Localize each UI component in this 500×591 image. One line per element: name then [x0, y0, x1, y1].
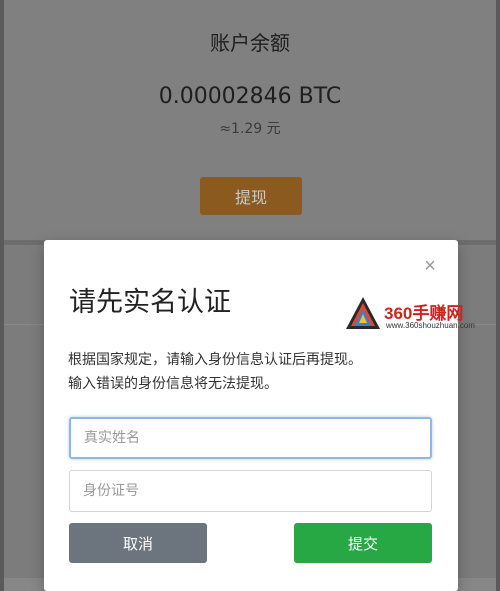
id-number-input[interactable] — [69, 470, 432, 512]
cancel-button[interactable]: 取消 — [69, 523, 207, 563]
close-icon[interactable]: × — [420, 256, 440, 276]
verification-modal: × 请先实名认证 360手赚网 www.360shouzhuan.com 根据国… — [44, 240, 475, 591]
message-line-1: 根据国家规定，请输入身份信息认证后再提现。 — [68, 352, 362, 368]
triangle-logo-icon — [346, 297, 380, 329]
btc-balance: 0.00002846 BTC — [158, 84, 342, 109]
withdraw-button[interactable]: 提现 — [200, 177, 302, 215]
balance-title: 账户余额 — [210, 31, 290, 55]
cny-balance: ≈1.29 元 — [219, 121, 281, 137]
modal-title: 请先实名认证 — [69, 287, 231, 318]
submit-button[interactable]: 提交 — [294, 523, 432, 563]
watermark-url: www.360shouzhuan.com — [386, 321, 475, 330]
modal-message: 根据国家规定，请输入身份信息认证后再提现。 输入错误的身份信息将无法提现。 — [68, 348, 443, 396]
balance-card: 账户余额 0.00002846 BTC ≈1.29 元 提现 — [4, 0, 496, 245]
message-line-2: 输入错误的身份信息将无法提现。 — [68, 376, 278, 392]
watermark-logo: 360手赚网 www.360shouzhuan.com — [344, 295, 500, 335]
real-name-input[interactable] — [69, 417, 432, 459]
